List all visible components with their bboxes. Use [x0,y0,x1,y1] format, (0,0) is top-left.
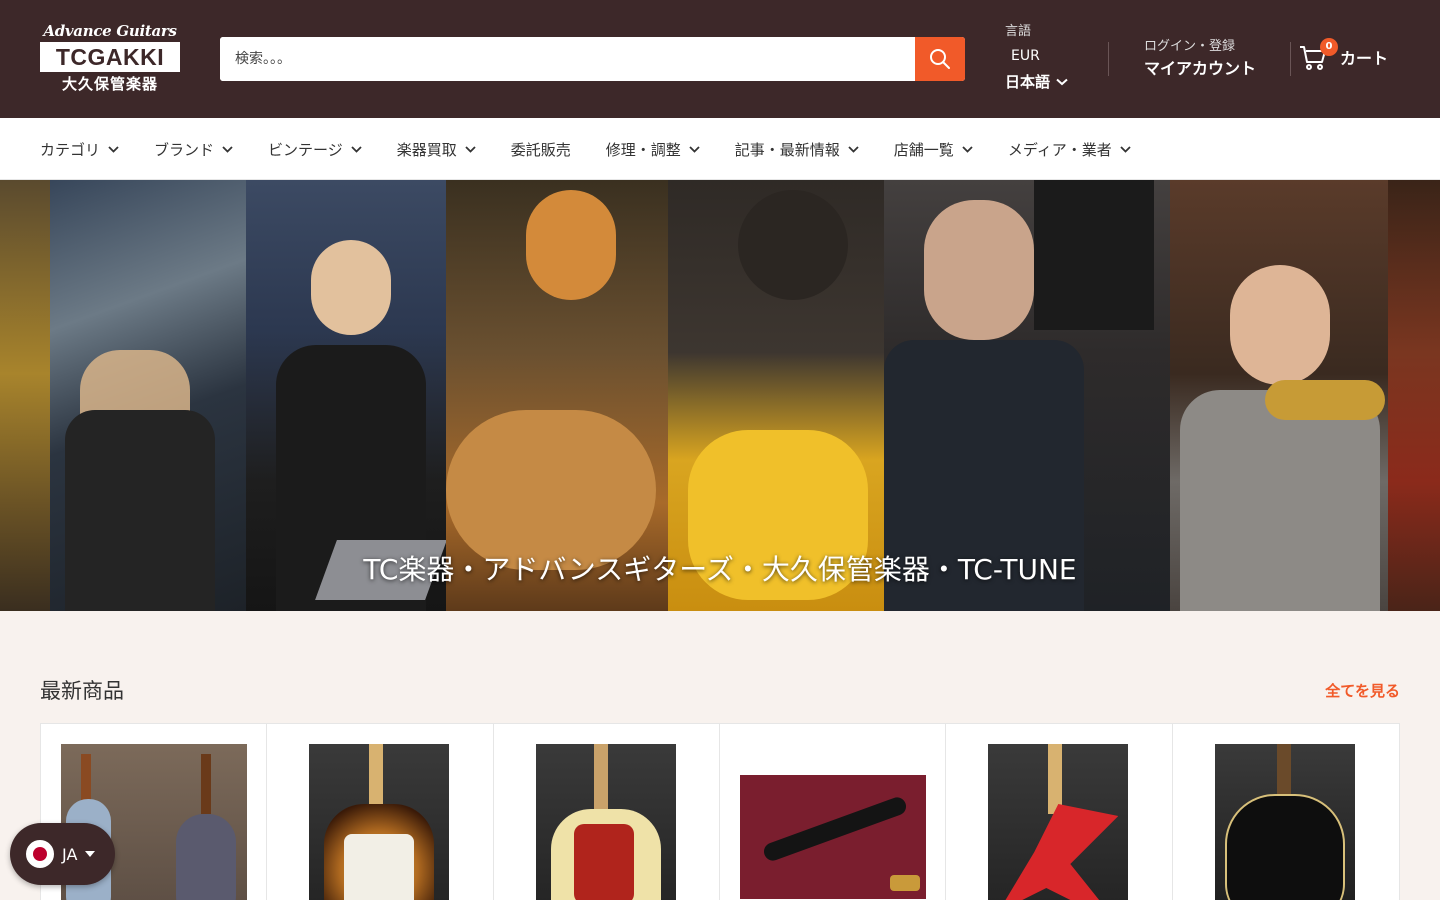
nav-item-repair[interactable]: 修理・調整 [606,139,700,160]
main-nav: カテゴリ ブランド ビンテージ 楽器買取 委託販売 修理・調整 記事・最新情報 … [0,118,1440,180]
product-card[interactable] [494,724,720,900]
section-title: 最新商品 [40,679,124,703]
language-switcher-widget[interactable]: JA [10,823,115,885]
hero-photo-saxophone [0,180,50,611]
search-input[interactable] [220,37,915,81]
nav-item-label: 委託販売 [510,140,571,159]
hero-photo-acoustic-guitar [446,180,668,611]
product-thumbnail [739,775,926,899]
nav-item-label: ブランド [154,140,215,159]
hero-photo-trumpet [1170,180,1388,611]
nav-item-category[interactable]: カテゴリ [40,139,119,160]
hero-banner[interactable]: TC楽器・アドバンスギターズ・大久保管楽器・TC-TUNE [0,180,1440,611]
japan-flag-icon [26,840,54,868]
product-thumbnail [988,744,1129,900]
language-code: JA [62,844,78,864]
nav-item-label: 楽器買取 [396,140,457,159]
product-thumbnail [1214,744,1355,900]
language-dropdown[interactable]: 日本語 [1005,71,1095,93]
hero-photo-staff-phone [246,180,447,611]
nav-item-brand[interactable]: ブランド [154,139,233,160]
logo-line-2: TCGAKKI [40,42,180,72]
language-selected: 日本語 [1005,73,1051,91]
header-divider [1290,42,1291,76]
search-icon [930,49,950,69]
chevron-down-icon [1120,145,1131,153]
chevron-down-icon [465,145,476,153]
chevron-down-icon [689,145,700,153]
product-thumbnail [309,744,450,900]
product-thumbnail [535,744,676,900]
nav-item-label: 記事・最新情報 [734,140,840,159]
chevron-down-icon [962,145,973,153]
product-card[interactable] [1173,724,1399,900]
language-selector[interactable]: 言語 EUR 日本語 [1005,22,1095,93]
search-bar [220,37,965,81]
site-logo[interactable]: Advance Guitars TCGAKKI 大久保管楽器 [40,22,180,94]
nav-item-articles[interactable]: 記事・最新情報 [735,139,859,160]
nav-item-label: 修理・調整 [605,140,681,159]
hero-photo-telecaster-repair [668,180,884,611]
chevron-down-icon [108,145,119,153]
header-divider [1108,42,1109,76]
hero-photo-guitar-wall [50,180,246,611]
product-grid [40,723,1400,900]
nav-item-vintage[interactable]: ビンテージ [268,139,362,160]
chevron-down-icon [351,145,362,153]
cart-link[interactable]: 0 カート [1298,38,1389,72]
language-label: 言語 [1005,24,1032,39]
caret-down-icon [85,851,96,857]
cart-label: カート [1340,49,1389,68]
logo-line-3: 大久保管楽器 [61,75,158,93]
nav-item-label: 店舗一覧 [893,140,954,159]
hero-photo-acoustic-rack [1388,180,1440,611]
chevron-down-icon [222,145,233,153]
view-all-link[interactable]: 全てを見る [1325,680,1400,701]
product-card[interactable] [946,724,1173,900]
hero-photo-staff-glasses [884,180,1170,611]
nav-item-stores[interactable]: 店舗一覧 [894,139,973,160]
logo-line-1: Advance Guitars [43,22,177,40]
hero-title: TC楽器・アドバンスギターズ・大久保管楽器・TC-TUNE [363,553,1077,586]
product-card[interactable] [720,724,947,900]
nav-item-consignment[interactable]: 委託販売 [511,139,571,160]
cart-icon-wrap: 0 [1298,38,1338,72]
site-header: Advance Guitars TCGAKKI 大久保管楽器 言語 EUR 日本… [0,0,1440,118]
chevron-down-icon [848,145,859,153]
nav-item-label: カテゴリ [40,140,101,159]
nav-item-label: メディア・業者 [1007,140,1112,159]
nav-item-media[interactable]: メディア・業者 [1008,139,1131,160]
currency-selector[interactable]: EUR [1005,45,1095,67]
chevron-down-icon [1056,78,1068,86]
account-link[interactable]: ログイン・登録 マイアカウント [1144,38,1256,80]
nav-item-buyback[interactable]: 楽器買取 [397,139,476,160]
my-account-link[interactable]: マイアカウント [1144,58,1256,80]
nav-item-label: ビンテージ [268,140,343,159]
search-button[interactable] [915,37,965,81]
cart-count-badge: 0 [1320,38,1338,56]
product-card[interactable] [267,724,494,900]
login-register-link[interactable]: ログイン・登録 [1144,38,1256,56]
